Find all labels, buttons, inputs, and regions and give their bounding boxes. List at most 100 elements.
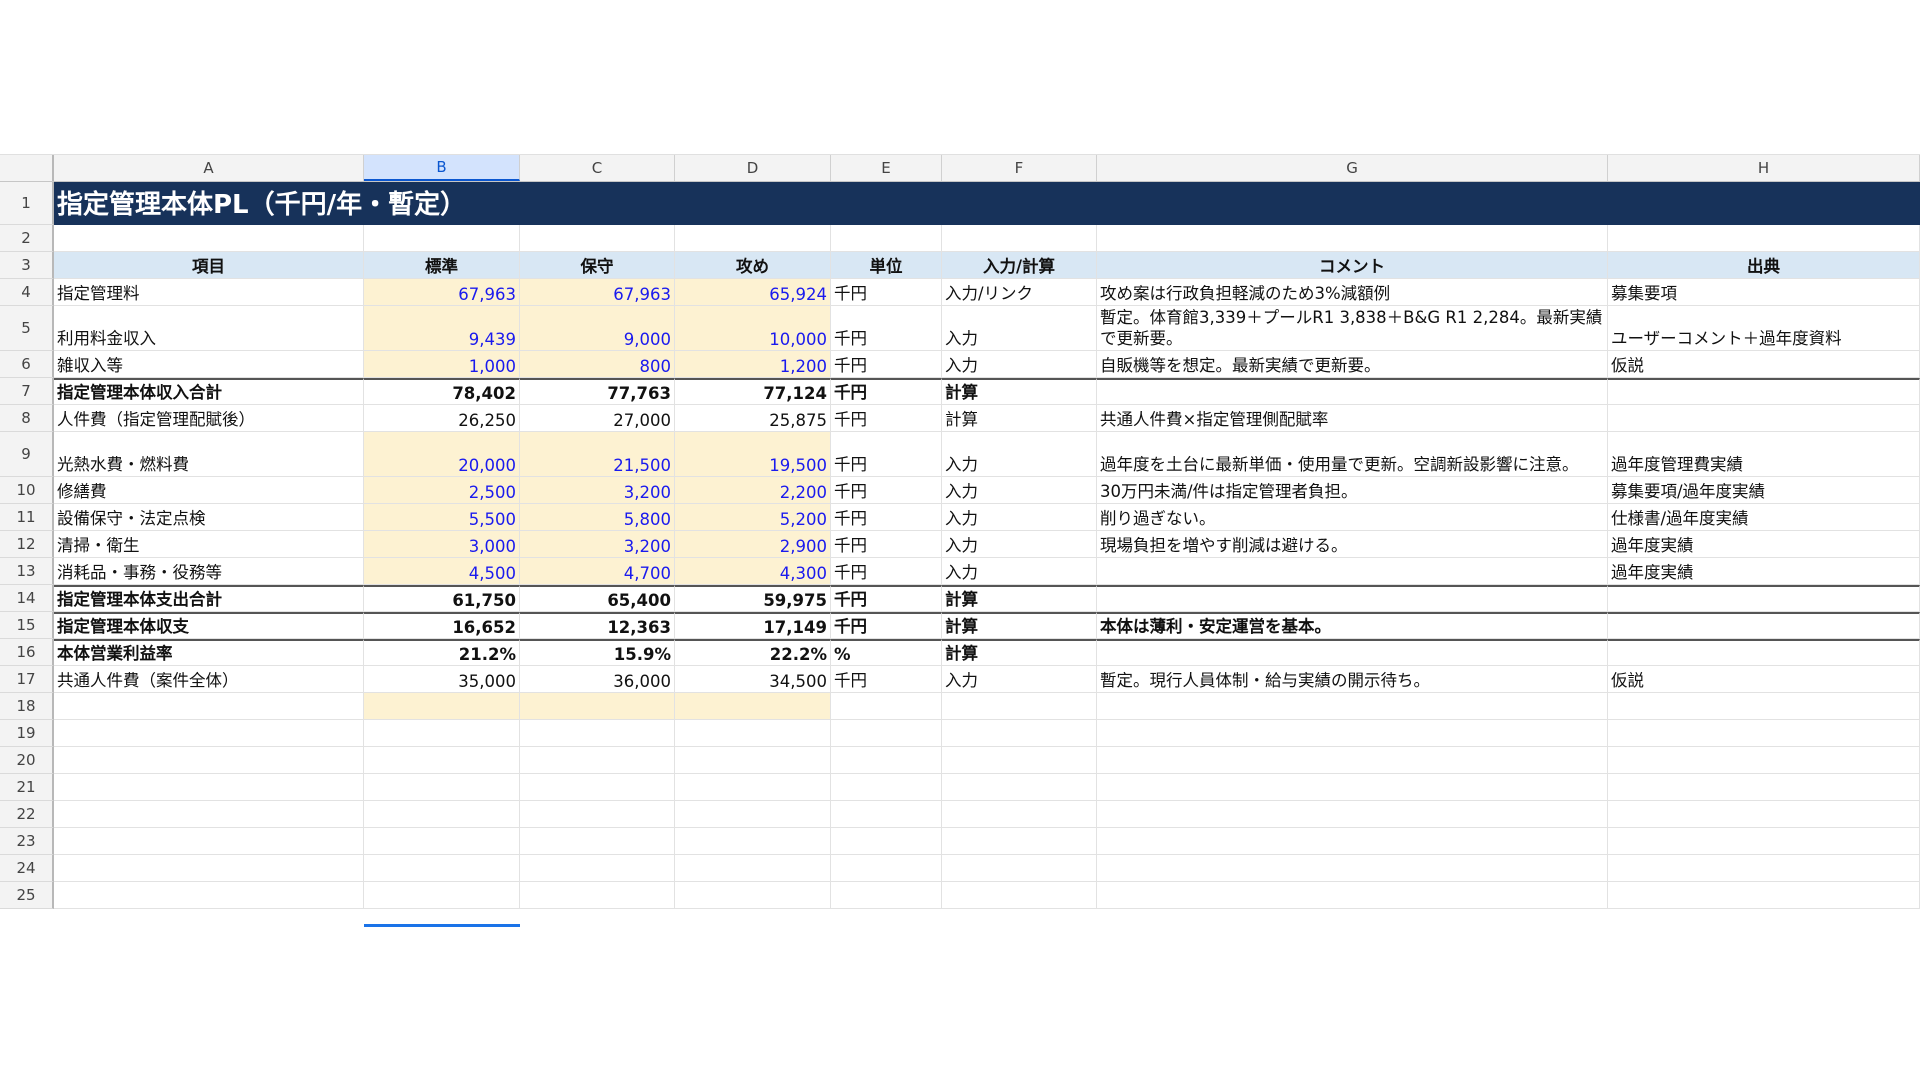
cell-source[interactable]	[1608, 639, 1920, 666]
column-header-g[interactable]: G	[1097, 155, 1608, 181]
cell[interactable]	[520, 225, 675, 252]
cell[interactable]	[675, 225, 831, 252]
cell[interactable]	[1097, 774, 1608, 801]
cell-source[interactable]: 過年度管理費実績	[1608, 432, 1920, 477]
cell[interactable]	[520, 855, 675, 882]
cell-comment[interactable]: 30万円未満/件は指定管理者負担。	[1097, 477, 1608, 504]
cell[interactable]	[1608, 747, 1920, 774]
cell-input-calc[interactable]: 入力	[942, 531, 1097, 558]
cell-source[interactable]: ユーザーコメント＋過年度資料	[1608, 306, 1920, 351]
cell-item[interactable]: 本体営業利益率	[54, 639, 364, 666]
cell-unit[interactable]: 千円	[831, 585, 942, 612]
cell-unit[interactable]: 千円	[831, 432, 942, 477]
cell-input-calc[interactable]: 入力/リンク	[942, 279, 1097, 306]
row-header[interactable]: 7	[0, 378, 54, 405]
cell[interactable]	[520, 774, 675, 801]
cell[interactable]	[942, 693, 1097, 720]
cell[interactable]	[1097, 828, 1608, 855]
cell[interactable]	[1608, 828, 1920, 855]
cell[interactable]	[1097, 720, 1608, 747]
cell[interactable]	[942, 855, 1097, 882]
cell[interactable]	[675, 882, 831, 909]
cell-conservative[interactable]: 9,000	[520, 306, 675, 351]
cell-comment[interactable]: 暫定。現行人員体制・給与実績の開示待ち。	[1097, 666, 1608, 693]
cell-unit[interactable]: 千円	[831, 612, 942, 639]
cell-comment[interactable]: 過年度を土台に最新単価・使用量で更新。空調新設影響に注意。	[1097, 432, 1608, 477]
cell-item[interactable]: 消耗品・事務・役務等	[54, 558, 364, 585]
cell[interactable]	[520, 720, 675, 747]
cell-standard[interactable]: 1,000	[364, 351, 520, 378]
cell-aggressive[interactable]: 77,124	[675, 378, 831, 405]
cell-conservative[interactable]: 12,363	[520, 612, 675, 639]
row-header[interactable]: 15	[0, 612, 54, 639]
row-header[interactable]: 19	[0, 720, 54, 747]
cell[interactable]	[54, 828, 364, 855]
header-unit[interactable]: 単位	[831, 252, 942, 279]
cell[interactable]	[1097, 693, 1608, 720]
cell-input-calc[interactable]: 入力	[942, 666, 1097, 693]
cell-standard[interactable]: 5,500	[364, 504, 520, 531]
cell[interactable]	[364, 828, 520, 855]
cell-item[interactable]: 共通人件費（案件全体）	[54, 666, 364, 693]
cell-aggressive[interactable]: 59,975	[675, 585, 831, 612]
row-header[interactable]: 12	[0, 531, 54, 558]
cell-unit[interactable]: 千円	[831, 351, 942, 378]
cell-unit[interactable]: 千円	[831, 558, 942, 585]
cell-item[interactable]: 指定管理本体支出合計	[54, 585, 364, 612]
cell[interactable]	[520, 801, 675, 828]
cell[interactable]	[54, 801, 364, 828]
cell-unit[interactable]: 千円	[831, 405, 942, 432]
cell-standard[interactable]: 3,000	[364, 531, 520, 558]
cell-comment[interactable]	[1097, 639, 1608, 666]
cell-unit[interactable]: 千円	[831, 531, 942, 558]
cell[interactable]	[942, 828, 1097, 855]
cell[interactable]	[831, 720, 942, 747]
cell-conservative[interactable]: 3,200	[520, 531, 675, 558]
cell-conservative[interactable]: 5,800	[520, 504, 675, 531]
row-header[interactable]: 4	[0, 279, 54, 306]
cell[interactable]	[1608, 693, 1920, 720]
cell[interactable]	[1097, 225, 1608, 252]
cell[interactable]	[942, 720, 1097, 747]
cell-unit[interactable]: %	[831, 639, 942, 666]
cell-aggressive[interactable]: 5,200	[675, 504, 831, 531]
cell-item[interactable]: 指定管理本体収支	[54, 612, 364, 639]
cell-source[interactable]: 募集要項/過年度実績	[1608, 477, 1920, 504]
cell-source[interactable]	[1608, 378, 1920, 405]
cell-input-calc[interactable]: 入力	[942, 558, 1097, 585]
cell[interactable]	[675, 747, 831, 774]
cell-aggressive[interactable]: 2,200	[675, 477, 831, 504]
cell-input-calc[interactable]: 計算	[942, 585, 1097, 612]
cell-comment[interactable]: 削り過ぎない。	[1097, 504, 1608, 531]
cell[interactable]	[942, 882, 1097, 909]
cell-source[interactable]	[1608, 612, 1920, 639]
cell-standard[interactable]: 78,402	[364, 378, 520, 405]
header-comment[interactable]: コメント	[1097, 252, 1608, 279]
cell-standard[interactable]: 61,750	[364, 585, 520, 612]
header-input-calc[interactable]: 入力/計算	[942, 252, 1097, 279]
cell-input-calc[interactable]: 入力	[942, 432, 1097, 477]
cell[interactable]	[54, 747, 364, 774]
column-header-d[interactable]: D	[675, 155, 831, 181]
cell-comment[interactable]: 本体は薄利・安定運営を基本。	[1097, 612, 1608, 639]
cell-input-calc[interactable]: 入力	[942, 306, 1097, 351]
cell[interactable]	[831, 693, 942, 720]
cell-standard[interactable]: 67,963	[364, 279, 520, 306]
cell-comment[interactable]: 攻め案は行政負担軽減のため3%減額例	[1097, 279, 1608, 306]
cell-input-calc[interactable]: 計算	[942, 612, 1097, 639]
row-header[interactable]: 8	[0, 405, 54, 432]
cell-input-calc[interactable]: 入力	[942, 351, 1097, 378]
cell[interactable]	[942, 225, 1097, 252]
cell-comment[interactable]	[1097, 558, 1608, 585]
cell[interactable]	[1608, 720, 1920, 747]
cell-unit[interactable]: 千円	[831, 279, 942, 306]
cell-conservative[interactable]: 15.9%	[520, 639, 675, 666]
cell-item[interactable]: 人件費（指定管理配賦後）	[54, 405, 364, 432]
cell-aggressive[interactable]: 1,200	[675, 351, 831, 378]
cell-source[interactable]: 過年度実績	[1608, 558, 1920, 585]
cell-source[interactable]	[1608, 405, 1920, 432]
header-standard[interactable]: 標準	[364, 252, 520, 279]
cell[interactable]	[831, 225, 942, 252]
column-header-f[interactable]: F	[942, 155, 1097, 181]
cell[interactable]	[831, 774, 942, 801]
